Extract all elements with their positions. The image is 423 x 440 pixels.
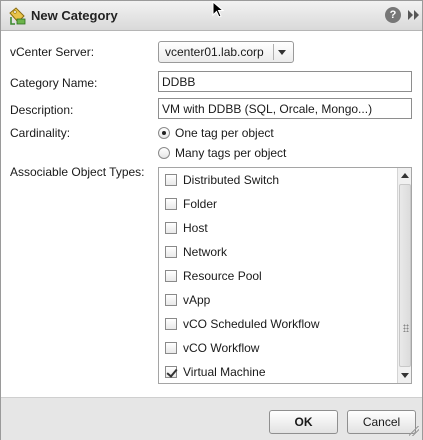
list-item-vapp[interactable]: vApp [159,288,397,312]
chevron-down-icon [278,50,286,55]
checkbox[interactable] [165,270,177,282]
new-category-dialog: New Category ? vCenter Server: vcenter01… [0,0,423,440]
cardinality-label: Cardinality: [10,126,71,140]
scroll-down-arrow-icon[interactable] [398,367,411,383]
checkbox[interactable] [165,246,177,258]
help-icon[interactable]: ? [385,7,401,23]
cancel-button[interactable]: Cancel [347,410,416,434]
checkbox-checked[interactable] [165,366,177,378]
resize-grip-icon[interactable] [409,426,419,436]
object-types-list[interactable]: Distributed Switch Folder Host Network R… [158,167,412,384]
vcenter-server-label: vCenter Server: [10,45,95,59]
list-item-label: vApp [183,293,211,307]
list-item-label: Resource Pool [183,269,262,283]
category-name-input[interactable] [158,71,412,92]
tag-category-icon [8,7,26,25]
list-item-label: Host [183,221,208,235]
radio-button-unselected[interactable] [158,147,170,159]
checkbox[interactable] [165,222,177,234]
grip-dots-icon [403,324,409,332]
radio-label-many-tags: Many tags per object [175,146,287,160]
list-item-virtual-machine[interactable]: Virtual Machine [159,360,397,383]
scrollbar-thumb[interactable] [399,184,411,367]
associable-object-types-label: Associable Object Types: [10,165,145,179]
double-chevron-right-icon[interactable] [405,7,421,23]
list-item-label: vCO Scheduled Workflow [183,317,320,331]
list-item-resource-pool[interactable]: Resource Pool [159,264,397,288]
checkbox[interactable] [165,342,177,354]
mouse-pointer-icon [212,0,226,19]
checkbox[interactable] [165,198,177,210]
list-scrollbar[interactable] [397,168,411,383]
description-label: Description: [10,103,74,117]
radio-label-one-tag: One tag per object [175,126,274,140]
ok-button[interactable]: OK [269,410,338,434]
list-item-label: Folder [183,197,218,211]
category-name-label: Category Name: [10,76,98,90]
vcenter-server-value: vcenter01.lab.corp [165,45,264,59]
list-item-label: Virtual Machine [183,365,266,379]
checkbox[interactable] [165,174,177,186]
scroll-up-arrow-icon[interactable] [398,168,411,184]
list-item-label: vCO Workflow [183,341,260,355]
description-input[interactable] [158,98,412,119]
checkbox[interactable] [165,318,177,330]
list-item-network[interactable]: Network [159,240,397,264]
title-bar[interactable]: New Category ? [1,0,422,31]
list-item-vco-scheduled-workflow[interactable]: vCO Scheduled Workflow [159,312,397,336]
vcenter-server-select[interactable]: vcenter01.lab.corp [158,41,294,63]
list-item-label: Distributed Switch [183,173,280,187]
select-divider [273,44,274,60]
dialog-title: New Category [31,8,118,23]
list-item-distributed-switch[interactable]: Distributed Switch [159,168,397,192]
list-item-host[interactable]: Host [159,216,397,240]
dialog-footer: OK Cancel [1,397,422,440]
list-item-label: Network [183,245,228,259]
radio-button-selected[interactable] [158,127,170,139]
checkbox[interactable] [165,294,177,306]
list-item-vco-workflow[interactable]: vCO Workflow [159,336,397,360]
list-item-folder[interactable]: Folder [159,192,397,216]
